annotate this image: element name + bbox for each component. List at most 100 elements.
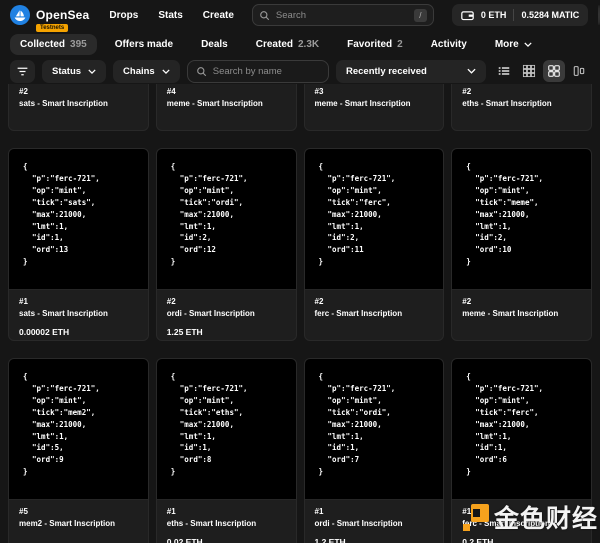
token-price: 1.2 ETH bbox=[315, 537, 434, 543]
token-name: sats - Smart Inscription bbox=[19, 99, 138, 108]
matic-balance: 0.5284 MATIC bbox=[521, 10, 579, 20]
token-name: eths - Smart Inscription bbox=[462, 99, 581, 108]
inscription-json: { "p":"ferc-721", "op":"mint", "tick":"o… bbox=[157, 149, 296, 268]
tab-offers-made[interactable]: Offers made bbox=[105, 34, 183, 55]
token-number: #1 bbox=[315, 507, 434, 516]
card-info: #2 eths - Smart Inscription bbox=[452, 80, 591, 108]
global-search[interactable]: / bbox=[252, 4, 434, 26]
card-info: #5 mem2 - Smart Inscription bbox=[9, 500, 148, 528]
search-input[interactable] bbox=[276, 10, 408, 21]
nft-card[interactable]: { "p":"ferc-721", "op":"mint", "tick":"m… bbox=[451, 148, 592, 341]
tab-more[interactable]: More bbox=[485, 34, 542, 55]
chevron-down-icon bbox=[88, 69, 96, 74]
eth-balance: 0 ETH bbox=[481, 10, 507, 20]
nft-image: { "p":"ferc-721", "op":"mint", "tick":"s… bbox=[9, 149, 148, 290]
list-view-button[interactable] bbox=[493, 60, 515, 82]
filter-button[interactable] bbox=[10, 60, 35, 83]
filter-icon bbox=[16, 65, 29, 78]
opensea-logo[interactable]: OpenSea Testnets bbox=[10, 5, 89, 25]
chevron-down-icon bbox=[162, 69, 170, 74]
nft-image: { "p":"ferc-721", "op":"mint", "tick":"e… bbox=[157, 359, 296, 500]
tab-label: Offers made bbox=[115, 39, 173, 50]
card-info: #2 ferc - Smart Inscription bbox=[305, 290, 444, 318]
token-price: 0.00002 ETH bbox=[19, 327, 138, 337]
token-number: #1 bbox=[462, 507, 581, 516]
view-toggle-group bbox=[493, 60, 590, 82]
name-search-input[interactable] bbox=[213, 66, 320, 77]
divider bbox=[513, 9, 514, 21]
inscription-json: { "p":"ferc-721", "op":"mint", "tick":"s… bbox=[9, 149, 148, 268]
token-name: meme - Smart Inscription bbox=[462, 309, 581, 318]
nft-card[interactable]: { "p":"ferc-721", "op":"mint", "tick":"s… bbox=[8, 148, 149, 341]
name-search[interactable] bbox=[187, 60, 329, 83]
chevron-down-icon bbox=[467, 68, 476, 74]
dense-grid-icon bbox=[522, 64, 536, 78]
token-price: 0.2 ETH bbox=[462, 537, 581, 543]
wallet-balance-pill[interactable]: 0 ETH 0.5284 MATIC bbox=[452, 4, 588, 26]
token-name: mem2 - Smart Inscription bbox=[19, 519, 138, 528]
inscription-json: { "p":"ferc-721", "op":"mint", "tick":"o… bbox=[305, 359, 444, 478]
token-number: #4 bbox=[167, 87, 286, 96]
nft-card[interactable]: { "p":"ferc-721", "op":"mint", "tick":"o… bbox=[156, 148, 297, 341]
nav-drops[interactable]: Drops bbox=[109, 10, 138, 21]
tab-label: More bbox=[495, 39, 519, 50]
token-number: #2 bbox=[462, 297, 581, 306]
nav-stats[interactable]: Stats bbox=[158, 10, 182, 21]
nav-create[interactable]: Create bbox=[203, 10, 234, 21]
chains-dropdown[interactable]: Chains bbox=[113, 60, 180, 83]
tab-count: 2 bbox=[397, 39, 403, 50]
tab-count: 395 bbox=[70, 39, 87, 50]
nft-card[interactable]: { "p":"ferc-721", "op":"mint", "tick":"m… bbox=[8, 358, 149, 543]
token-price: 0.02 ETH bbox=[167, 537, 286, 543]
opensea-ship-icon bbox=[10, 5, 30, 25]
tab-created[interactable]: Created 2.3K bbox=[246, 34, 329, 55]
gallery-view-button[interactable] bbox=[568, 60, 590, 82]
token-number: #2 bbox=[167, 297, 286, 306]
grid-icon bbox=[547, 64, 561, 78]
grid-view-button[interactable] bbox=[543, 60, 565, 82]
token-name: sats - Smart Inscription bbox=[19, 309, 138, 318]
tab-deals[interactable]: Deals bbox=[191, 34, 238, 55]
main-nav: Drops Stats Create bbox=[109, 10, 234, 21]
status-dropdown[interactable]: Status bbox=[42, 60, 106, 83]
nft-image: { "p":"ferc-721", "op":"mint", "tick":"m… bbox=[452, 149, 591, 290]
nft-card[interactable]: { "p":"ferc-721", "op":"mint", "tick":"f… bbox=[451, 358, 592, 543]
token-number: #1 bbox=[167, 507, 286, 516]
token-name: ordi - Smart Inscription bbox=[315, 519, 434, 528]
chevron-down-icon bbox=[524, 42, 532, 47]
header: OpenSea Testnets Drops Stats Create / bbox=[0, 0, 600, 30]
nft-card[interactable]: { "p":"ferc-721", "op":"mint", "tick":"o… bbox=[304, 358, 445, 543]
wallet-icon bbox=[461, 9, 474, 22]
nft-image: { "p":"ferc-721", "op":"mint", "tick":"f… bbox=[305, 149, 444, 290]
gallery-view-icon bbox=[572, 64, 586, 78]
brand-name: OpenSea bbox=[36, 8, 89, 22]
token-number: #1 bbox=[19, 297, 138, 306]
nft-card[interactable]: { "p":"ferc-721", "op":"mint", "tick":"e… bbox=[156, 358, 297, 543]
tab-label: Collected bbox=[20, 39, 65, 50]
nft-image: { "p":"ferc-721", "op":"mint", "tick":"f… bbox=[452, 359, 591, 500]
nft-image: { "p":"ferc-721", "op":"mint", "tick":"m… bbox=[9, 359, 148, 500]
tab-label: Favorited bbox=[347, 39, 392, 50]
filter-bar: Status Chains Recently received bbox=[0, 58, 600, 84]
tab-collected[interactable]: Collected 395 bbox=[10, 34, 97, 55]
nft-image: { "p":"ferc-721", "op":"mint", "tick":"o… bbox=[157, 149, 296, 290]
token-number: #3 bbox=[315, 87, 434, 96]
sort-selected-label: Recently received bbox=[346, 66, 427, 77]
inscription-json: { "p":"ferc-721", "op":"mint", "tick":"f… bbox=[305, 149, 444, 268]
tab-favorited[interactable]: Favorited 2 bbox=[337, 34, 413, 55]
sort-dropdown[interactable]: Recently received bbox=[336, 60, 486, 83]
tab-label: Deals bbox=[201, 39, 228, 50]
token-number: #5 bbox=[19, 507, 138, 516]
dense-grid-view-button[interactable] bbox=[518, 60, 540, 82]
search-icon bbox=[196, 66, 207, 77]
tab-activity[interactable]: Activity bbox=[421, 34, 477, 55]
inscription-json: { "p":"ferc-721", "op":"mint", "tick":"m… bbox=[9, 359, 148, 478]
card-info: #1 ferc - Smart Inscription 0.2 ETH bbox=[452, 500, 591, 543]
card-info: #1 ordi - Smart Inscription 1.2 ETH bbox=[305, 500, 444, 543]
nft-card[interactable]: { "p":"ferc-721", "op":"mint", "tick":"f… bbox=[304, 148, 445, 341]
status-label: Status bbox=[52, 66, 81, 77]
tab-label: Activity bbox=[431, 39, 467, 50]
profile-tabs: Collected 395 Offers made Deals Created … bbox=[0, 30, 600, 58]
slash-shortcut-key: / bbox=[414, 9, 427, 22]
token-name: meme - Smart Inscription bbox=[167, 99, 286, 108]
